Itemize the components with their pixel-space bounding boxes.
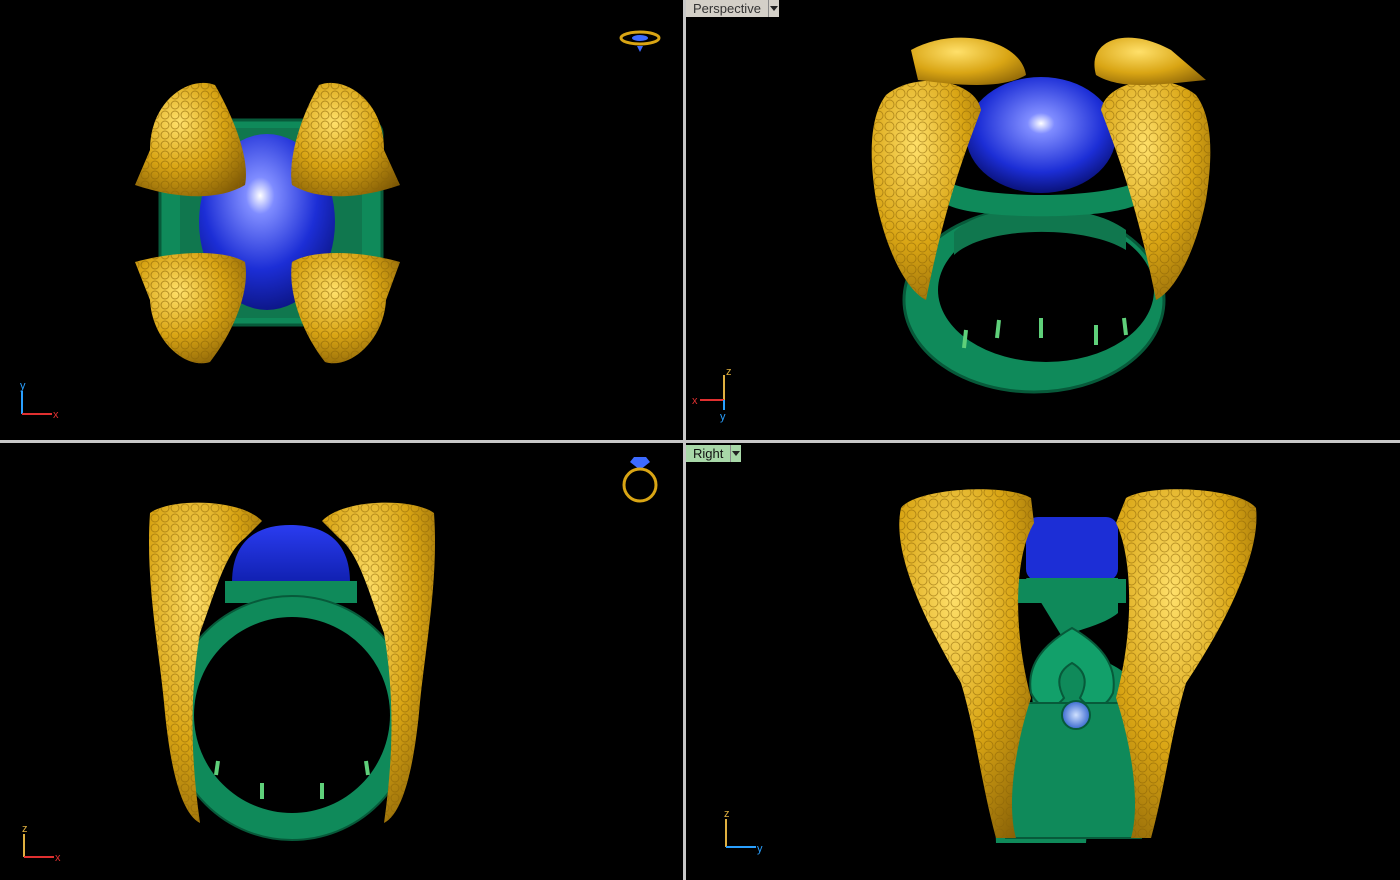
axis-label-h: x xyxy=(692,395,698,407)
axis-label-v: z xyxy=(724,808,730,820)
viewport-title-label[interactable]: Perspective xyxy=(686,0,769,17)
viewport-top[interactable]: y x xyxy=(0,0,683,440)
snake-head-top-right xyxy=(291,82,400,197)
axis-triad-front: z x xyxy=(22,823,61,864)
snake-head-bottom-right xyxy=(291,253,400,364)
axis-label-v: y xyxy=(20,380,26,392)
axis-triad-right: z y xyxy=(724,808,763,855)
axis-triad-top: y x xyxy=(20,380,59,421)
dropdown-arrow-icon[interactable] xyxy=(731,445,742,462)
dropdown-arrow-icon[interactable] xyxy=(768,0,779,17)
viewport-title-tab-right[interactable]: Right xyxy=(686,445,742,462)
axis-label-h: x xyxy=(53,409,59,421)
viewport-perspective[interactable]: Perspective z x y xyxy=(686,0,1400,440)
axis-label-v: z xyxy=(22,823,28,835)
viewport-title-label[interactable]: Right xyxy=(686,445,732,462)
viewport-front[interactable]: z x xyxy=(0,443,683,880)
top-view-render: y x xyxy=(20,30,661,421)
front-view-render: z x xyxy=(22,457,658,864)
axis-label-d: y xyxy=(720,411,726,423)
viewport-title-tab-perspective[interactable]: Perspective xyxy=(686,0,779,17)
ring-front-icon xyxy=(622,457,658,503)
viewport-right[interactable]: Right z y xyxy=(686,443,1400,880)
perspective-view-render: z x y xyxy=(692,37,1211,423)
axis-triad-perspective: z x y xyxy=(692,366,732,423)
snake-head-top-left xyxy=(135,82,246,197)
axis-label-h: y xyxy=(757,843,763,855)
ring-top-icon xyxy=(619,30,661,52)
axis-label-h: x xyxy=(55,852,61,864)
axis-label-v: z xyxy=(726,366,732,378)
right-view-render: z y xyxy=(724,489,1257,855)
snake-head-bottom-left xyxy=(135,253,246,364)
snake-right xyxy=(1116,489,1257,838)
